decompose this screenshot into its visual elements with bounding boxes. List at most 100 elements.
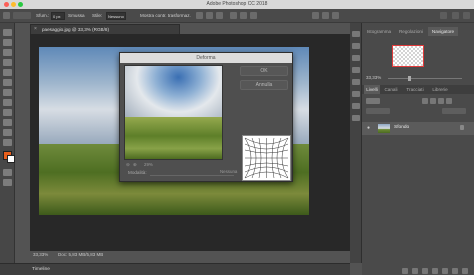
move-tool-icon[interactable] (3, 29, 12, 36)
new-layer-icon[interactable] (452, 268, 458, 274)
feather-input[interactable]: 0 px (51, 12, 65, 20)
workspace-icon[interactable] (452, 12, 459, 19)
feather-label: Sfum.: (36, 13, 50, 18)
navigator-thumbnail[interactable] (392, 45, 424, 67)
new-fill-layer-icon[interactable] (432, 268, 438, 274)
smooth-checkbox-label[interactable]: Smussa (68, 13, 85, 18)
zoom-out-icon[interactable]: ⊖ (126, 162, 130, 168)
mode-select[interactable]: Nessuna (150, 169, 238, 176)
tab-navigator[interactable]: Navigatore (428, 27, 458, 36)
selection-mode-icons[interactable] (13, 12, 31, 19)
filter-pixel-icon[interactable] (422, 98, 428, 104)
preview-sky (125, 66, 222, 122)
quick-selection-tool-icon[interactable] (3, 59, 12, 66)
timeline-label: Timeline (32, 267, 50, 272)
align-icon[interactable] (196, 12, 203, 19)
style-value: Nessuno (108, 14, 124, 19)
marquee-tool-icon[interactable] (3, 39, 12, 46)
color-icon[interactable] (352, 67, 360, 73)
filter-shape-icon[interactable] (446, 98, 452, 104)
style-select[interactable]: Nessuno (106, 12, 126, 20)
new-group-icon[interactable] (442, 268, 448, 274)
share-icon[interactable] (463, 12, 470, 19)
link-layers-icon[interactable] (402, 268, 408, 274)
tools-panel (0, 23, 15, 263)
tab-libraries[interactable]: Librerie (429, 85, 451, 94)
background-color-swatch[interactable] (7, 155, 15, 163)
zoom-status[interactable]: 33,33% (33, 252, 48, 257)
preview-zoom-bar: ⊖ ⊕ 29% (124, 161, 223, 169)
layer-filter-row (362, 97, 474, 105)
distribute-center-icon[interactable] (240, 12, 247, 19)
style-label: Stile: (92, 13, 103, 18)
brush-settings-icon[interactable] (352, 91, 360, 97)
zoom-in-icon[interactable]: ⊕ (133, 162, 137, 168)
show-transform-controls-checkbox[interactable]: Mostra contr. trasformaz. (140, 13, 191, 18)
distribute-right-icon[interactable] (250, 12, 257, 19)
quick-mask-icon[interactable] (3, 169, 12, 176)
lasso-tool-icon[interactable] (3, 49, 12, 56)
distribute-icon[interactable] (230, 12, 237, 19)
align-center-icon[interactable] (206, 12, 213, 19)
tab-adjustments[interactable]: Regolazioni (395, 27, 427, 36)
lock-icon (460, 125, 464, 130)
filter-type-icon[interactable] (438, 98, 444, 104)
eraser-tool-icon[interactable] (3, 119, 12, 126)
ok-button[interactable]: OK (240, 66, 288, 76)
cancel-button[interactable]: Annulla (240, 80, 288, 90)
tab-histogram[interactable]: Istogramma (364, 27, 394, 36)
document-size-status[interactable]: Doc: 5,83 MB/5,83 MB (58, 252, 103, 257)
properties-icon[interactable] (352, 43, 360, 49)
navigator-zoom-value[interactable]: 33,33% (366, 75, 381, 80)
layers-footer (362, 267, 474, 275)
history-icon[interactable] (352, 31, 360, 37)
tab-channels[interactable]: Canali (382, 85, 400, 94)
healing-brush-tool-icon[interactable] (3, 89, 12, 96)
eyedropper-tool-icon[interactable] (3, 79, 12, 86)
tab-paths[interactable]: Tracciati (402, 85, 428, 94)
3d-rotate-icon[interactable] (322, 12, 329, 19)
clone-stamp-tool-icon[interactable] (3, 109, 12, 116)
navigator-zoom-slider[interactable] (388, 78, 462, 79)
dialog-title: Deforma (120, 53, 292, 63)
paragraph-icon[interactable] (352, 115, 360, 121)
warp-preview[interactable] (124, 65, 223, 160)
tab-layers[interactable]: Livelli (364, 85, 380, 94)
feather-value: 0 px (53, 14, 61, 19)
title-bar: Adobe Photoshop CC 2018 (0, 0, 474, 9)
layer-row[interactable]: ● Sfondo (362, 122, 474, 135)
right-panel: Istogramma Regolazioni Navigatore 33,33%… (362, 23, 474, 275)
navigator-tabs: Istogramma Regolazioni Navigatore (362, 27, 474, 36)
mode-value: Nessuna (220, 169, 238, 174)
timeline-panel[interactable]: Timeline (0, 263, 350, 275)
3d-pan-icon[interactable] (332, 12, 339, 19)
filter-adjustment-icon[interactable] (430, 98, 436, 104)
layer-style-icon[interactable] (412, 268, 418, 274)
pinch-grid-icon (244, 137, 289, 179)
blend-mode-select[interactable] (366, 108, 390, 114)
search-icon[interactable] (440, 12, 447, 19)
navigator-slider-thumb[interactable] (408, 76, 411, 81)
3d-mode-icon[interactable] (312, 12, 319, 19)
add-mask-icon[interactable] (422, 268, 428, 274)
screen-mode-icon[interactable] (3, 179, 12, 186)
layer-kind-filter[interactable] (366, 98, 380, 104)
document-title: paesaggio.jpg @ 33,3% (RGB/8) (42, 27, 109, 32)
swatches-icon[interactable] (352, 79, 360, 85)
gradient-tool-icon[interactable] (3, 129, 12, 136)
opacity-field[interactable] (442, 108, 466, 114)
window-title: Adobe Photoshop CC 2018 (206, 1, 268, 7)
delete-layer-icon[interactable] (462, 268, 468, 274)
visibility-eye-icon[interactable]: ● (367, 125, 370, 131)
character-icon[interactable] (352, 103, 360, 109)
layer-thumbnail (378, 124, 390, 133)
document-tab[interactable]: × paesaggio.jpg @ 33,3% (RGB/8) (30, 24, 180, 34)
close-document-icon[interactable]: × (34, 26, 37, 32)
align-right-icon[interactable] (216, 12, 223, 19)
mode-label: Modalità: (128, 170, 147, 175)
hand-tool-icon[interactable] (3, 139, 12, 146)
adjustments-icon[interactable] (352, 55, 360, 61)
marquee-tool-icon[interactable] (3, 12, 10, 19)
crop-tool-icon[interactable] (3, 69, 12, 76)
brush-tool-icon[interactable] (3, 99, 12, 106)
